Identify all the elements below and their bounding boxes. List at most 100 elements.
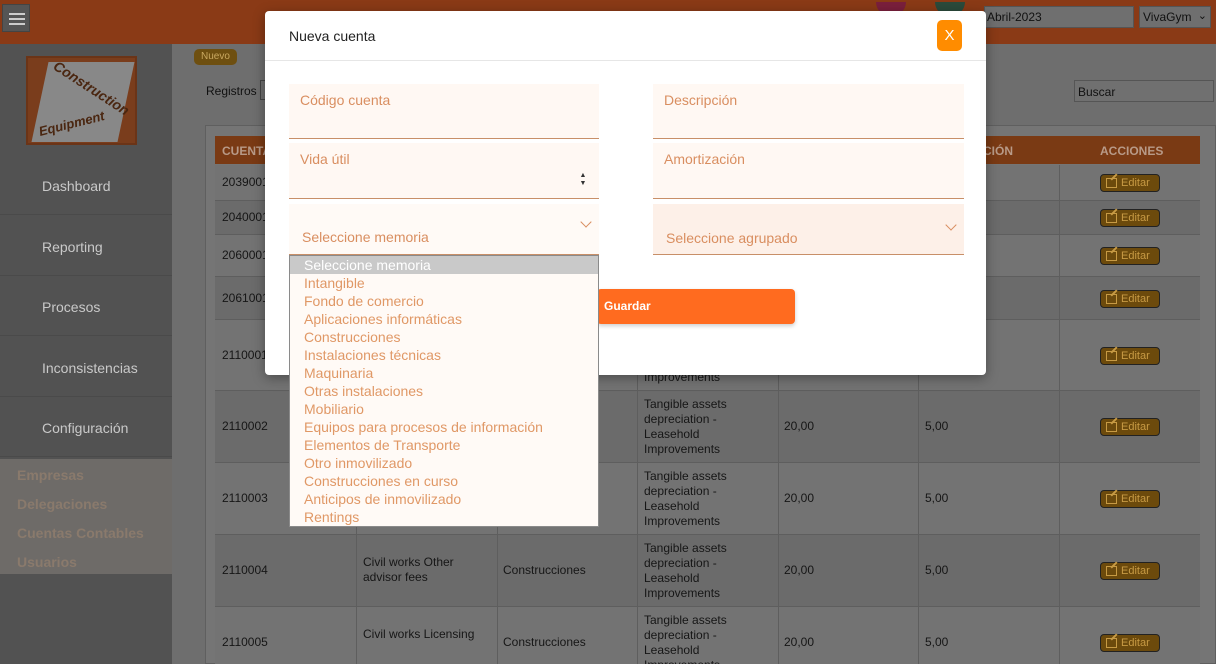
amortization-field[interactable]: Amortización — [653, 143, 964, 199]
cell-agrupado: Tangible assets depreciation - Leasehold… — [644, 469, 727, 528]
cell-amortizacion: 5,00 — [925, 491, 949, 505]
edit-button[interactable]: Editar — [1100, 490, 1160, 508]
memoria-option[interactable]: Aplicaciones informáticas — [290, 310, 598, 328]
edit-button-label: Editar — [1121, 565, 1150, 577]
cell-amortizacion: 5,00 — [925, 635, 949, 649]
company-logo: Construction Equipment — [26, 56, 137, 145]
edit-button-label: Editar — [1121, 637, 1150, 649]
memoria-option[interactable]: Intangible — [290, 274, 598, 292]
column-header-amortizacion[interactable]: CIÓN — [983, 144, 1013, 158]
cell-agrupado: Tangible assets depreciation - Leasehold… — [644, 613, 727, 664]
account-code-label: Código cuenta — [300, 92, 391, 108]
edit-icon — [1106, 638, 1117, 648]
modal-title: Nueva cuenta — [289, 28, 376, 44]
amortization-label: Amortización — [664, 151, 745, 167]
column-header-cuenta[interactable]: CUENTA — [222, 144, 271, 158]
chevron-down-icon: ⌄ — [1197, 10, 1207, 22]
hamburger-menu-icon[interactable] — [2, 4, 30, 32]
records-label: Registros — [206, 84, 257, 98]
memoria-option[interactable]: Mobiliario — [290, 400, 598, 418]
edit-button-label: Editar — [1121, 212, 1150, 224]
submenu-item-empresas[interactable]: Empresas — [0, 467, 172, 496]
sidebar-item-reporting[interactable]: Reporting — [0, 218, 172, 276]
submenu-item-usuarios[interactable]: Usuarios — [0, 554, 172, 583]
edit-icon — [1106, 566, 1117, 576]
memoria-option[interactable]: Elementos de Transporte — [290, 436, 598, 454]
edit-icon — [1106, 422, 1117, 432]
cell-vida-util: 20,00 — [784, 491, 815, 505]
number-spinner-icon[interactable]: ▲ ▼ — [578, 172, 588, 190]
memoria-option[interactable]: Anticipos de inmovilizado — [290, 490, 598, 508]
edit-button-label: Editar — [1121, 250, 1150, 262]
edit-button-label: Editar — [1121, 177, 1150, 189]
edit-button[interactable]: Editar — [1100, 562, 1160, 580]
memoria-option[interactable]: Seleccione memoria — [290, 256, 598, 274]
cell-vida-util: 20,00 — [784, 563, 815, 577]
memoria-option[interactable]: Fondo de comercio — [290, 292, 598, 310]
cell-amortizacion: 5,00 — [925, 563, 949, 577]
modal-divider — [265, 60, 986, 61]
cell-vida-util: 20,00 — [784, 419, 815, 433]
description-field[interactable]: Descripción — [653, 84, 964, 139]
new-button[interactable]: Nuevo — [194, 49, 237, 65]
edit-icon — [1106, 351, 1117, 361]
edit-button[interactable]: Editar — [1100, 247, 1160, 265]
memoria-option[interactable]: Construcciones en curso — [290, 472, 598, 490]
edit-button-label: Editar — [1121, 421, 1150, 433]
edit-button[interactable]: Editar — [1100, 174, 1160, 192]
search-input[interactable]: Buscar — [1074, 80, 1214, 102]
cell-agrupado: Tangible assets depreciation - Leasehold… — [644, 541, 727, 600]
account-code-field[interactable]: Código cuenta — [289, 84, 599, 139]
description-label: Descripción — [664, 92, 738, 108]
column-header-acciones: ACCIONES — [1100, 144, 1164, 158]
table-row: 2110005 Civil works Licensing Construccion… — [215, 607, 1200, 664]
edit-icon — [1106, 251, 1117, 261]
cell-code: 2110004 — [222, 563, 268, 577]
memoria-option[interactable]: Otras instalaciones — [290, 382, 598, 400]
edit-button[interactable]: Editar — [1100, 209, 1160, 227]
memoria-dropdown-list: Seleccione memoria Intangible Fondo de com… — [289, 255, 599, 527]
agrupado-select[interactable]: Seleccione agrupado — [653, 204, 964, 255]
edit-button[interactable]: Editar — [1100, 290, 1160, 308]
memoria-option[interactable]: Instalaciones técnicas — [290, 346, 598, 364]
configuration-submenu: Empresas Delegaciones Cuentas Contables … — [0, 459, 172, 574]
edit-button-label: Editar — [1121, 350, 1150, 362]
submenu-item-cuentas-contables[interactable]: Cuentas Contables — [0, 525, 172, 554]
edit-button[interactable]: Editar — [1100, 347, 1160, 365]
memoria-option[interactable]: Maquinaria — [290, 364, 598, 382]
save-button[interactable]: Guardar — [597, 289, 795, 324]
edit-icon — [1106, 294, 1117, 304]
cell-vida-util: 20,00 — [784, 635, 815, 649]
cell-name: Civil works Licensing — [363, 627, 475, 641]
cell-memoria: Construcciones — [503, 635, 586, 649]
edit-icon — [1106, 494, 1117, 504]
cell-code: 2110005 — [222, 635, 268, 649]
memoria-select-value: Seleccione memoria — [302, 229, 429, 245]
cell-amortizacion: 5,00 — [925, 419, 949, 433]
memoria-option[interactable]: Construcciones — [290, 328, 598, 346]
useful-life-field[interactable]: Vida útil ▲ ▼ — [289, 143, 599, 199]
sidebar-item-procesos[interactable]: Procesos — [0, 278, 172, 336]
edit-button[interactable]: Editar — [1100, 418, 1160, 436]
cell-agrupado: Tangible assets depreciation - Leasehold… — [644, 397, 727, 456]
sidebar-item-configuracion[interactable]: Configuración — [0, 399, 172, 457]
edit-icon — [1106, 178, 1117, 188]
edit-button[interactable]: Editar — [1100, 634, 1160, 652]
chevron-down-icon — [945, 219, 957, 231]
edit-button-label: Editar — [1121, 493, 1150, 505]
submenu-item-delegaciones[interactable]: Delegaciones — [0, 496, 172, 525]
chevron-down-icon — [580, 216, 592, 228]
company-select-value: VivaGym — [1143, 10, 1192, 24]
sidebar-item-dashboard[interactable]: Dashboard — [0, 157, 172, 215]
edit-button-label: Editar — [1121, 293, 1150, 305]
period-input[interactable]: Abril-2023 — [984, 6, 1134, 28]
close-button[interactable]: X — [937, 20, 962, 51]
useful-life-label: Vida útil — [300, 151, 350, 167]
memoria-option[interactable]: Equipos para procesos de información — [290, 418, 598, 436]
sidebar-item-inconsistencias[interactable]: Inconsistencias — [0, 339, 172, 397]
memoria-option[interactable]: Otro inmovilizado — [290, 454, 598, 472]
cell-name: Civil works Other advisor fees — [363, 555, 454, 584]
memoria-option[interactable]: Rentings — [290, 508, 598, 526]
company-select[interactable]: VivaGym ⌄ — [1139, 6, 1211, 28]
memoria-select[interactable]: Seleccione memoria — [289, 204, 599, 255]
